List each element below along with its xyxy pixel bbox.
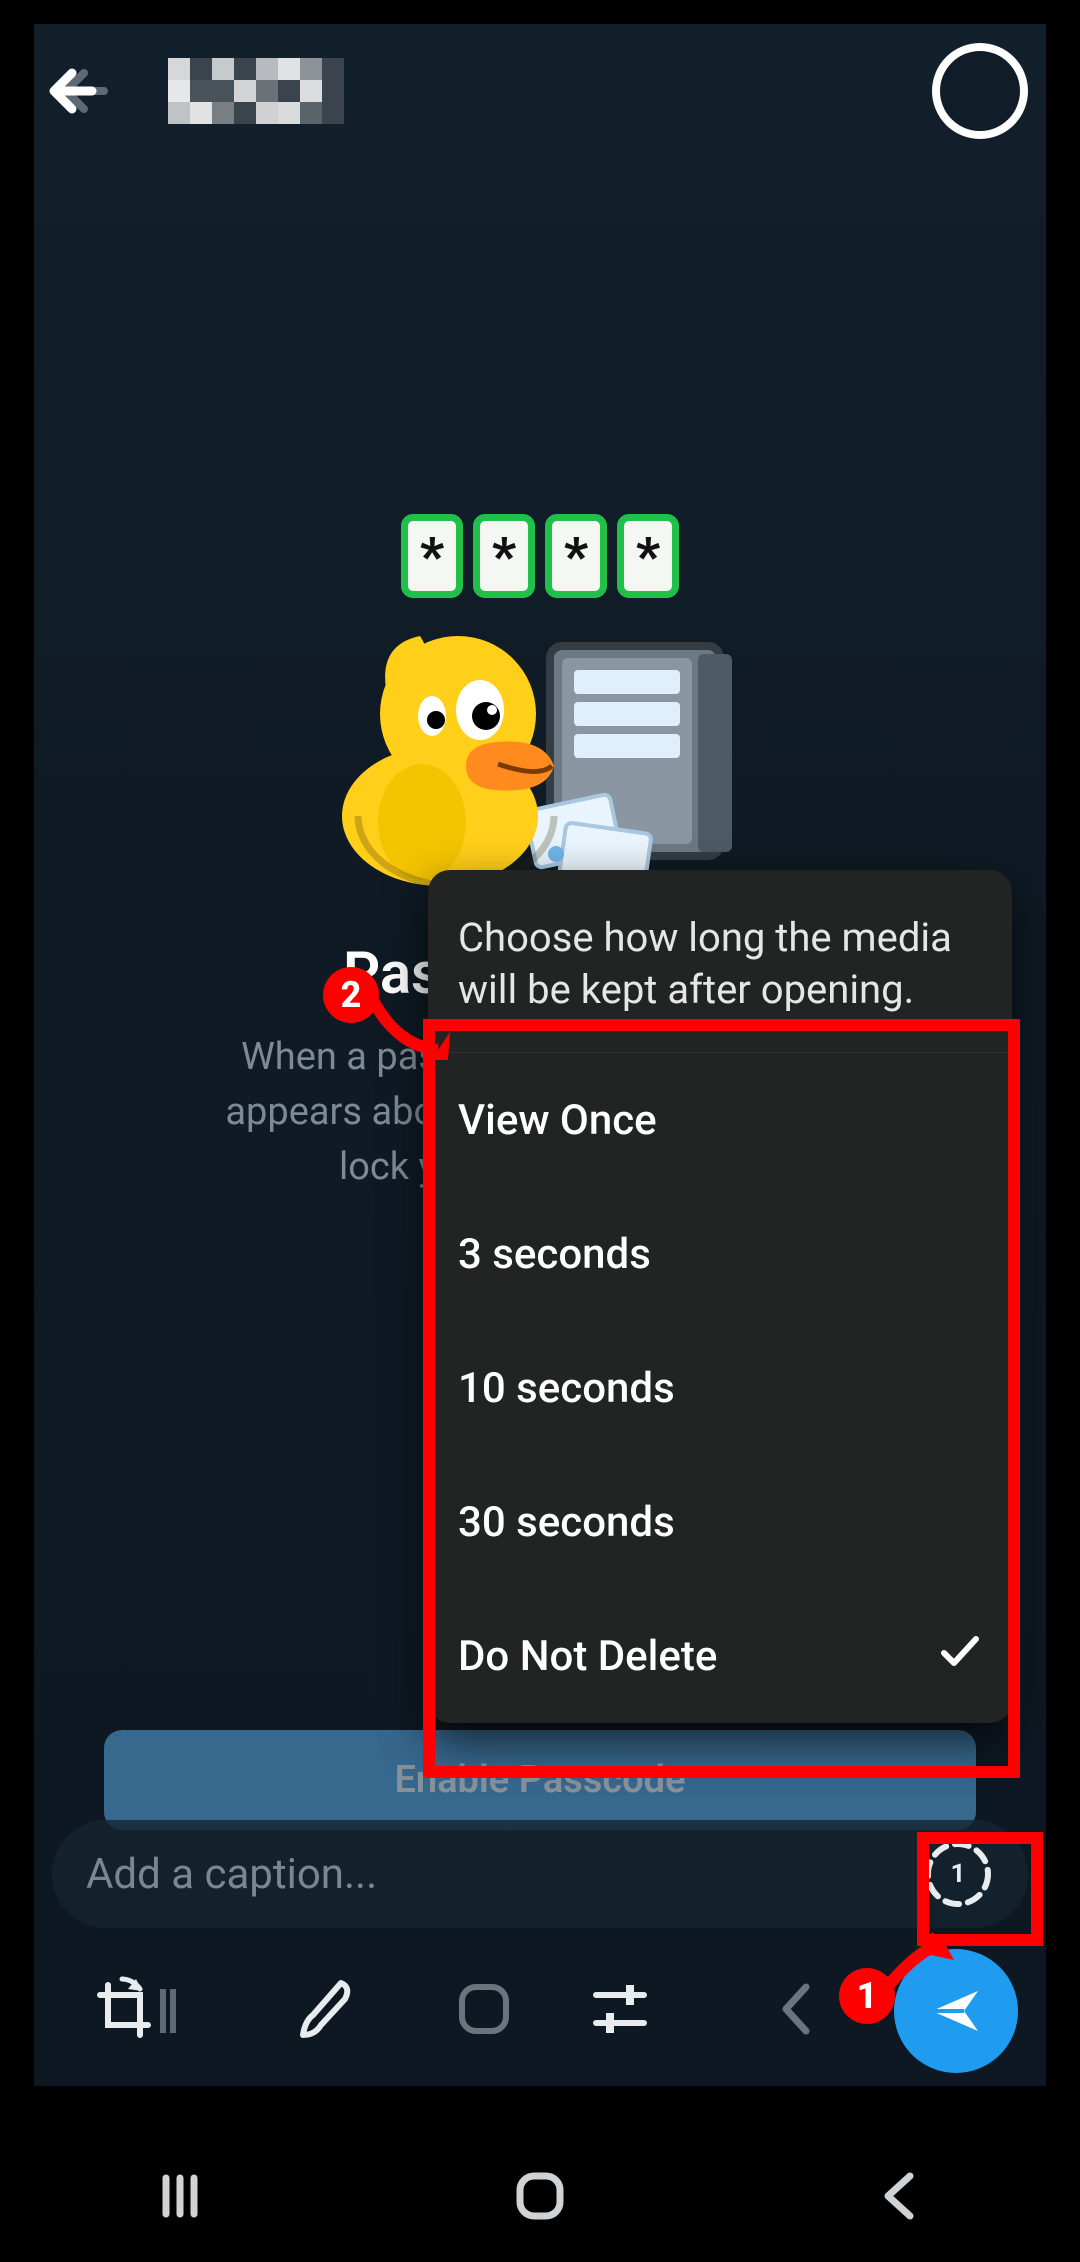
back-button[interactable] [52, 56, 122, 126]
duck-safe-illustration [330, 606, 750, 886]
passcode-illustration: * * * * [330, 514, 750, 884]
caption-input[interactable]: Add a caption... [86, 1850, 377, 1899]
previous-button[interactable] [772, 1977, 820, 2045]
shape-circle-tool[interactable] [932, 43, 1028, 139]
home-button[interactable] [508, 2164, 572, 2232]
caption-input-row: Add a caption... 1 [52, 1820, 1028, 1928]
annotation-arrow-2 [368, 994, 450, 1060]
annotation-box-timer [917, 1832, 1043, 1946]
sticker-button[interactable] [456, 1981, 512, 2041]
media-editor-topbar [34, 36, 1046, 146]
annotation-badge-1: 1 [839, 1968, 895, 2024]
annotation-box-options [423, 1019, 1020, 1778]
crop-handle-icon [158, 1983, 178, 2039]
crop-rotate-button[interactable] [86, 1971, 162, 2051]
system-back-button[interactable] [868, 2164, 932, 2232]
passcode-char: * [617, 514, 679, 598]
system-navigation-bar [0, 2134, 1080, 2262]
brush-button[interactable] [291, 1973, 363, 2049]
passcode-char: * [473, 514, 535, 598]
passcode-masked-boxes: * * * * [401, 514, 679, 598]
recents-button[interactable] [148, 2164, 212, 2232]
passcode-char: * [401, 514, 463, 598]
annotation-badge-2: 2 [323, 967, 379, 1023]
adjust-button[interactable] [586, 1975, 654, 2047]
passcode-char: * [545, 514, 607, 598]
recipient-name-pixelated [168, 58, 344, 124]
